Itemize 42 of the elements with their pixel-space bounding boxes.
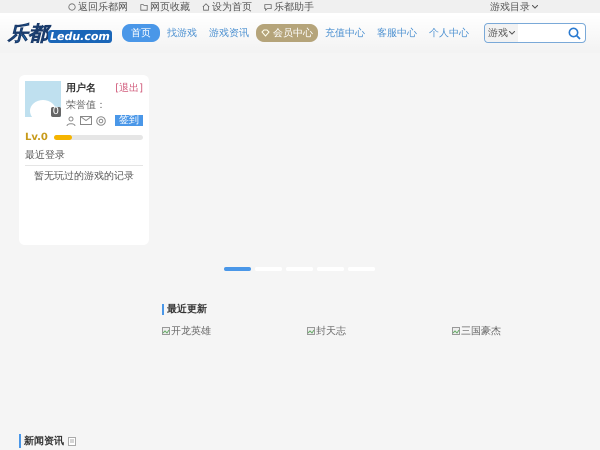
home-icon [202,2,210,10]
search-icon[interactable] [568,26,581,40]
level-label: Lv.0 [25,132,48,143]
honor-label: 荣誉值： [66,98,107,112]
diamond-icon [260,29,270,37]
nav-tab[interactable]: 首页 [122,24,160,42]
broken-image-icon [162,327,170,335]
circle-logo-icon [68,2,76,10]
category-dropdown[interactable]: 游戏 [485,24,518,42]
chat-icon [264,2,272,10]
nav-tab[interactable]: 个人中心 [424,24,474,42]
nav-tab[interactable]: 客服中心 [372,24,422,42]
top-link[interactable]: 网页收藏 [140,0,190,14]
empty-message: 暂无玩过的游戏的记录 [33,170,135,183]
user-name: 用户名 [66,81,96,95]
sign-in-button[interactable]: 签到 [115,115,143,126]
logout-link[interactable]: [退出] [115,81,143,95]
mail-icon[interactable] [80,116,92,125]
game-menu[interactable]: 游戏目录 [490,0,538,14]
recent-login-heading: 最近登录 [25,148,143,166]
top-link[interactable]: 设为首页 [202,0,252,14]
broken-image-icon [307,327,315,335]
logo-domain: Ledu.com [48,30,112,42]
nav-tab[interactable]: 游戏资讯 [204,24,254,42]
section-title: 新闻资讯 [19,434,64,448]
folder-icon [140,2,148,10]
caret-icon [509,31,515,35]
avatar-drawing [25,81,61,117]
section-title: 最近更新 [162,304,207,315]
nav-tab[interactable]: 充值中心 [320,24,370,42]
nav-tab[interactable]: 找游戏 [162,24,202,42]
game-link[interactable]: 开龙英雄 [162,324,307,338]
user-icon[interactable] [66,116,76,126]
broken-image-icon [452,327,460,335]
search-field[interactable]: 游戏 [484,23,586,43]
game-link[interactable]: 三国豪杰 [452,324,597,338]
game-link[interactable]: 封天志 [307,324,452,338]
caret-icon [532,4,538,8]
top-link[interactable]: 乐都助手 [264,0,314,14]
document-icon [68,436,76,446]
top-link[interactable]: 返回乐都网 [68,0,128,14]
coin-icon[interactable] [96,116,106,126]
